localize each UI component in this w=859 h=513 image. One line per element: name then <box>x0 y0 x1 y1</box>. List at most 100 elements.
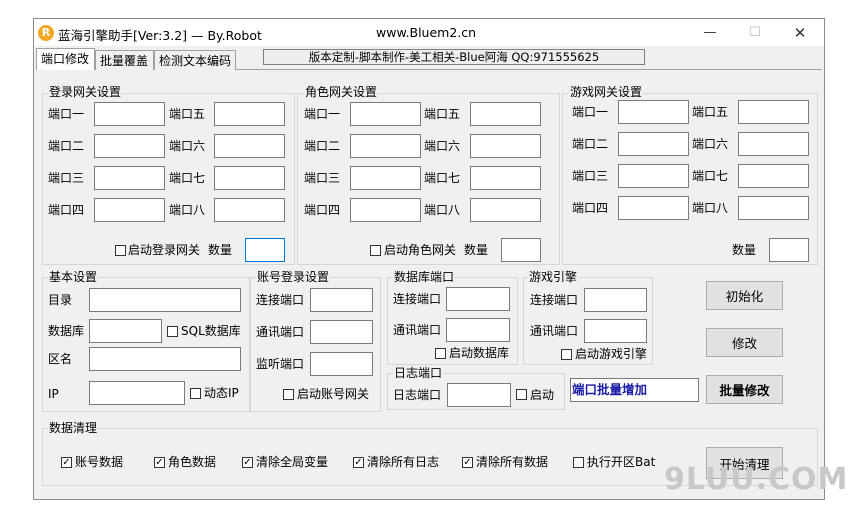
role-port-1-input[interactable] <box>350 102 421 126</box>
login-port-6-label: 端口六 <box>169 139 206 153</box>
role-port-3-input[interactable] <box>350 166 421 190</box>
ip-label: IP <box>48 387 59 401</box>
login-gateway-title: 登录网关设置 <box>48 85 123 99</box>
db-comm-label: 通讯端口 <box>393 323 442 337</box>
ip-input[interactable] <box>89 381 185 405</box>
init-button[interactable]: 初始化 <box>706 281 783 310</box>
cleanup-item-all-data[interactable]: ✓ 清除所有数据 <box>462 454 548 470</box>
window-url: www.Bluem2.cn <box>376 25 477 40</box>
sql-db-label: SQL数据库 <box>181 324 241 338</box>
game-port-1-input[interactable] <box>618 100 689 124</box>
log-port-input[interactable] <box>447 383 511 407</box>
batch-modify-button[interactable]: 批量修改 <box>706 375 783 404</box>
role-port-4-input[interactable] <box>350 198 421 222</box>
login-port-3-label: 端口三 <box>48 171 85 185</box>
maximize-button[interactable]: ☐ <box>735 19 775 46</box>
minimize-button[interactable]: — <box>690 19 730 46</box>
engine-enable-checkbox[interactable] <box>561 349 572 360</box>
cleanup-item-bat[interactable]: 执行开区Bat <box>573 454 655 470</box>
role-port-2-input[interactable] <box>350 134 421 158</box>
login-count-input[interactable] <box>245 238 285 262</box>
close-button[interactable]: ✕ <box>780 19 820 46</box>
role-port-6-input[interactable] <box>470 134 541 158</box>
app-logo-icon: R <box>38 25 54 41</box>
game-port-4-input[interactable] <box>618 196 689 220</box>
cleanup-bat-label: 执行开区Bat <box>587 455 656 469</box>
role-port-8-input[interactable] <box>470 198 541 222</box>
game-port-7-label: 端口七 <box>692 169 729 183</box>
account-listen-input[interactable] <box>310 352 373 376</box>
login-port-3-input[interactable] <box>94 166 165 190</box>
login-port-5-input[interactable] <box>214 102 285 126</box>
game-port-6-input[interactable] <box>738 132 809 156</box>
cleanup-item-role[interactable]: ✓ 角色数据 <box>154 454 216 470</box>
region-input[interactable] <box>89 347 241 371</box>
cleanup-all-data-checkbox[interactable]: ✓ <box>462 456 473 468</box>
cleanup-logs-label: 清除所有日志 <box>367 455 440 469</box>
cleanup-logs-checkbox[interactable]: ✓ <box>353 456 364 468</box>
role-port-7-input[interactable] <box>470 166 541 190</box>
dir-input[interactable] <box>89 288 241 312</box>
cleanup-item-global-vars[interactable]: ✓ 清除全局变量 <box>242 454 328 470</box>
login-port-7-label: 端口七 <box>169 171 206 185</box>
db-comm-input[interactable] <box>446 318 510 342</box>
role-port-2-label: 端口二 <box>304 139 341 153</box>
account-comm-label: 通讯端口 <box>256 325 305 339</box>
dynamic-ip-label: 动态IP <box>204 386 239 400</box>
cleanup-role-checkbox[interactable]: ✓ <box>154 456 165 468</box>
db-enable-checkbox[interactable] <box>435 348 446 359</box>
role-port-8-label: 端口八 <box>424 203 461 217</box>
tab-detect-encoding[interactable]: 检测文本编码 <box>154 50 236 70</box>
batch-add-field[interactable]: 端口批量增加 <box>570 378 699 402</box>
game-port-7-input[interactable] <box>738 164 809 188</box>
cleanup-item-logs[interactable]: ✓ 清除所有日志 <box>353 454 439 470</box>
db-connect-input[interactable] <box>446 287 510 311</box>
login-port-8-input[interactable] <box>214 198 285 222</box>
cleanup-global-vars-label: 清除全局变量 <box>256 455 329 469</box>
role-gateway-title: 角色网关设置 <box>304 85 379 99</box>
game-port-3-label: 端口三 <box>572 169 609 183</box>
cleanup-item-account[interactable]: ✓ 账号数据 <box>61 454 123 470</box>
cleanup-account-checkbox[interactable]: ✓ <box>61 456 72 468</box>
log-port-title: 日志端口 <box>393 366 444 380</box>
login-port-7-input[interactable] <box>214 166 285 190</box>
game-port-5-label: 端口五 <box>692 105 729 119</box>
account-gateway-enable-checkbox[interactable] <box>283 389 294 400</box>
dynamic-ip-checkbox[interactable] <box>190 388 201 399</box>
login-gateway-enable-checkbox[interactable] <box>115 245 126 256</box>
login-port-6-input[interactable] <box>214 134 285 158</box>
login-port-4-input[interactable] <box>94 198 165 222</box>
engine-comm-input[interactable] <box>584 319 647 343</box>
account-connect-input[interactable] <box>310 288 373 312</box>
game-port-5-input[interactable] <box>738 100 809 124</box>
banner-info: 版本定制-脚本制作-美工相关-Blue阿海 QQ:971555625 <box>263 49 645 65</box>
login-port-2-input[interactable] <box>94 134 165 158</box>
sql-db-checkbox[interactable] <box>167 326 178 337</box>
cleanup-global-vars-checkbox[interactable]: ✓ <box>242 456 253 468</box>
game-port-2-input[interactable] <box>618 132 689 156</box>
tab-batch-cover[interactable]: 批量覆盖 <box>95 50 154 70</box>
game-port-3-input[interactable] <box>618 164 689 188</box>
modify-button[interactable]: 修改 <box>706 328 783 357</box>
role-gateway-enable-checkbox[interactable] <box>370 245 381 256</box>
game-count-input[interactable] <box>769 238 809 262</box>
db-enable-label: 启动数据库 <box>449 346 510 360</box>
game-port-4-label: 端口四 <box>572 201 609 215</box>
engine-connect-label: 连接端口 <box>530 293 579 307</box>
role-port-1-label: 端口一 <box>304 107 341 121</box>
login-port-1-label: 端口一 <box>48 107 85 121</box>
db-input[interactable] <box>89 319 162 343</box>
cleanup-bat-checkbox[interactable] <box>573 456 584 468</box>
game-port-2-label: 端口二 <box>572 137 609 151</box>
role-count-input[interactable] <box>501 238 541 262</box>
game-port-8-input[interactable] <box>738 196 809 220</box>
login-port-1-input[interactable] <box>94 102 165 126</box>
account-login-title: 账号登录设置 <box>256 270 331 284</box>
account-comm-input[interactable] <box>310 320 373 344</box>
tab-port-modify[interactable]: 端口修改 <box>36 48 95 70</box>
engine-connect-input[interactable] <box>584 288 647 312</box>
window-title: 蓝海引擎助手[Ver:3.2] — By.Robot <box>58 28 262 43</box>
log-enable-checkbox[interactable] <box>516 389 527 400</box>
role-port-5-input[interactable] <box>470 102 541 126</box>
cleanup-all-data-label: 清除所有数据 <box>476 455 549 469</box>
